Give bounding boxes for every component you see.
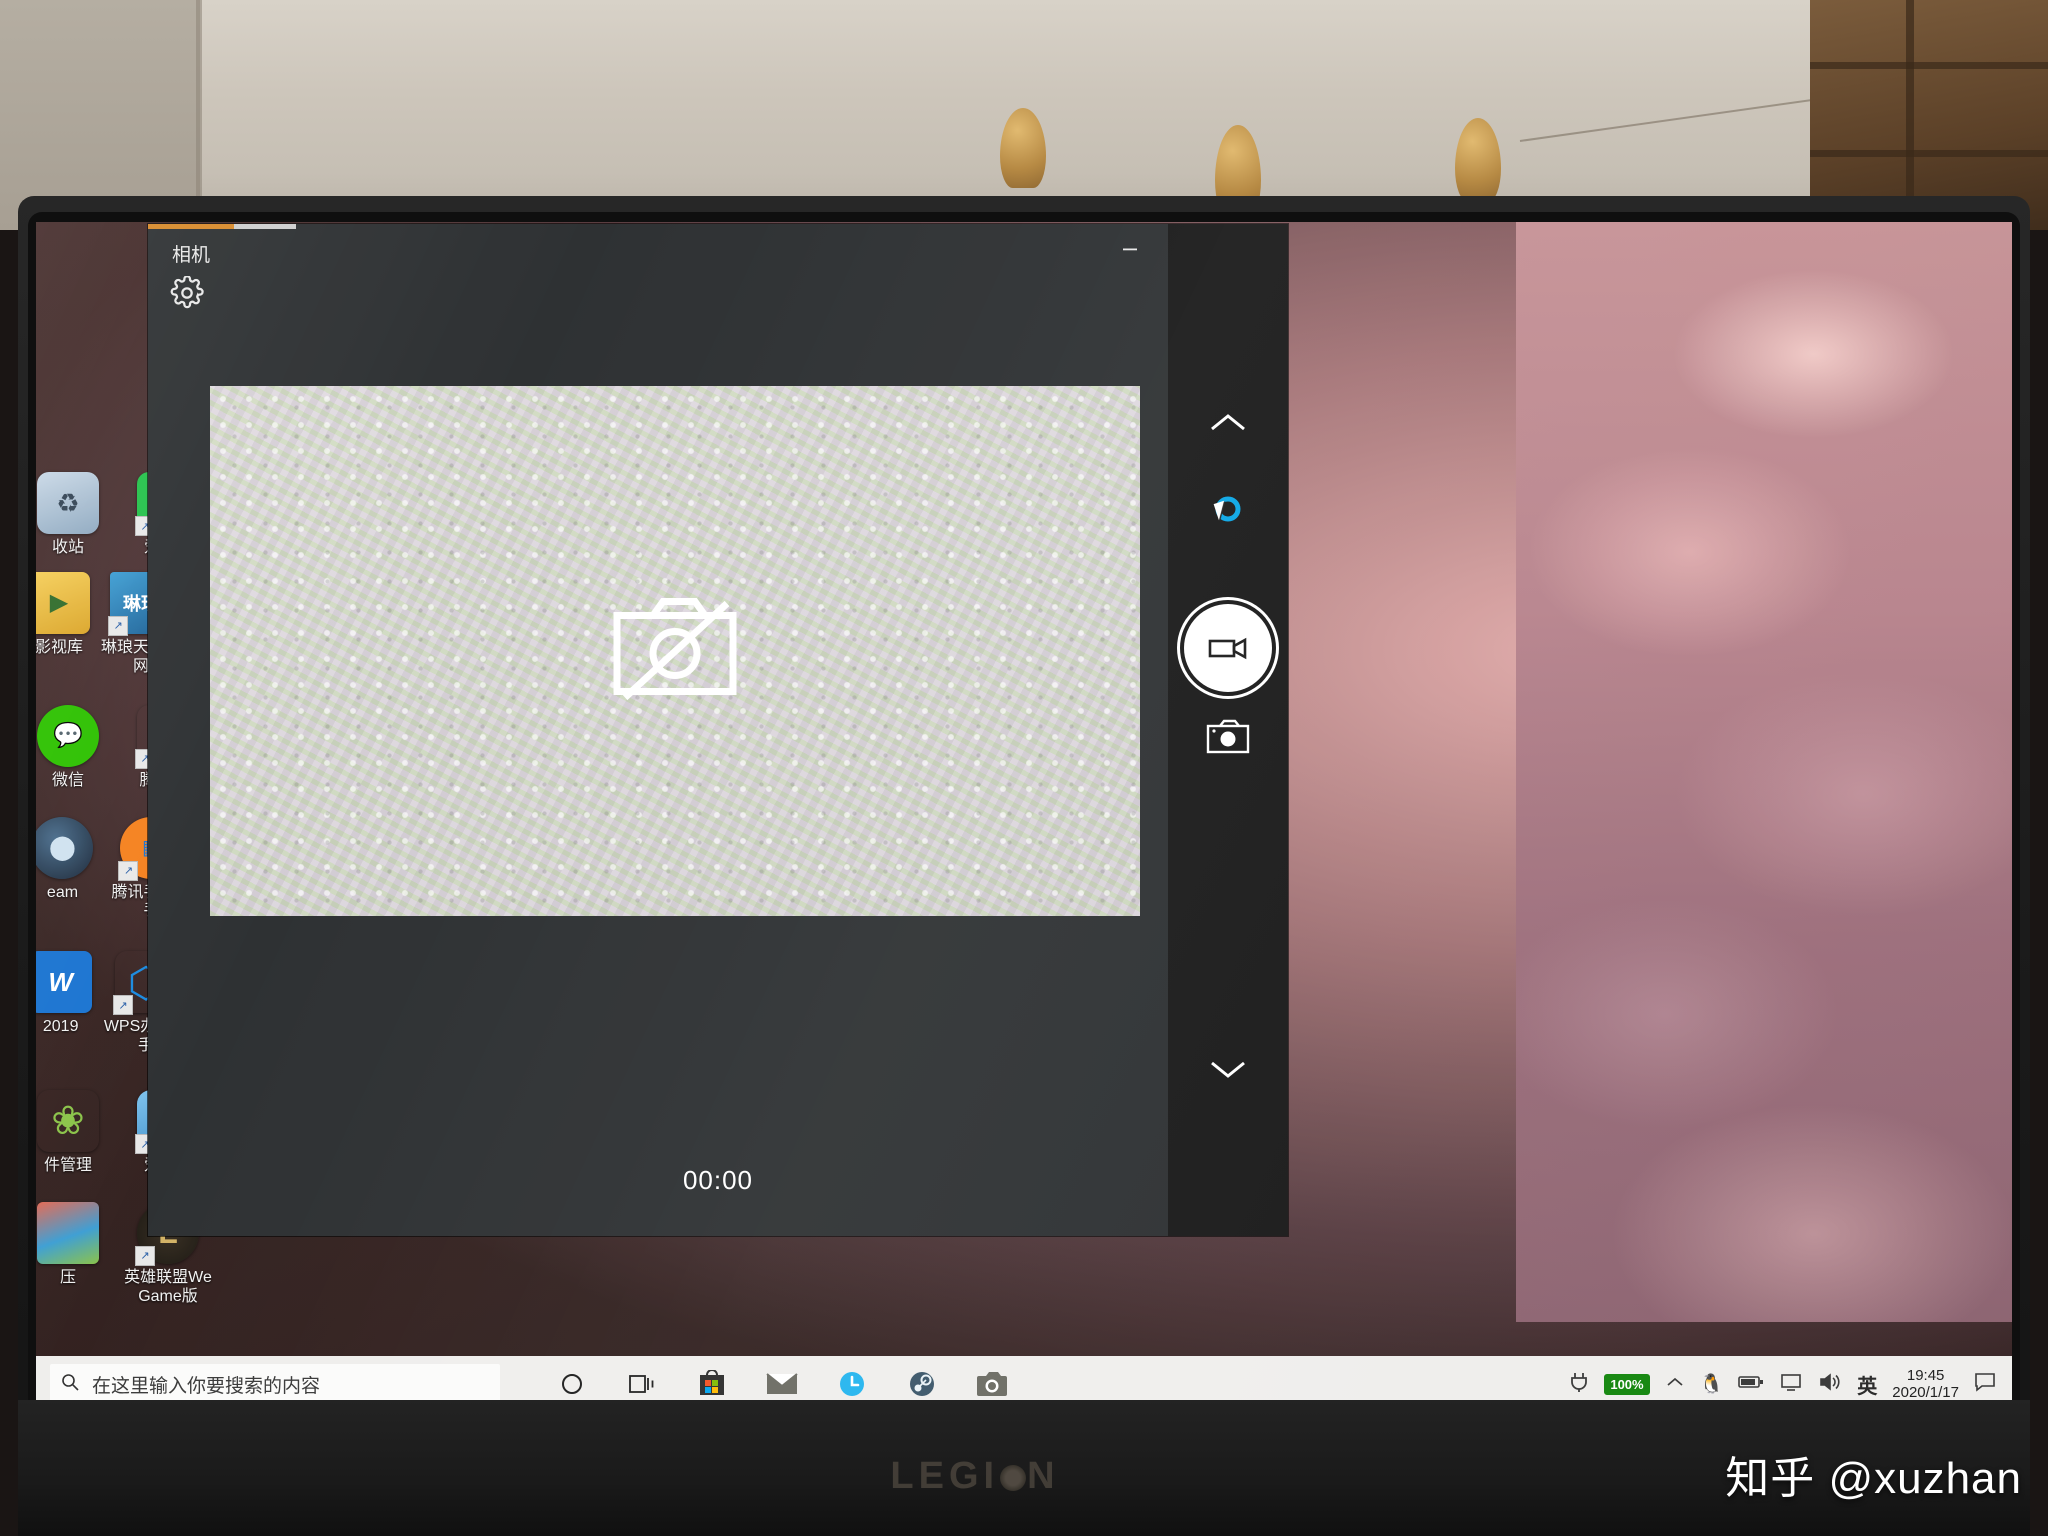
photo-capture-button[interactable] xyxy=(1205,714,1251,760)
title-accent-bar xyxy=(148,224,234,229)
clock: 19:45 2020/1/17 xyxy=(1892,1367,1959,1402)
minimize-button[interactable] xyxy=(1102,228,1158,270)
power-plug-icon[interactable] xyxy=(1569,1371,1589,1398)
battery-percent: 100% xyxy=(1604,1373,1650,1395)
icon-label: 件管理 xyxy=(43,1157,92,1174)
legion-eye-icon xyxy=(1000,1465,1027,1491)
desktop-icon-recycle-bin[interactable]: ♻ 收站 xyxy=(36,472,118,558)
battery-icon[interactable] xyxy=(1738,1374,1764,1395)
cpu-percent-value: 51% xyxy=(1740,1409,1778,1413)
camera-icon[interactable] xyxy=(971,1366,1013,1412)
cortana-icon[interactable] xyxy=(554,1366,590,1402)
legion-text-left: LEGI xyxy=(890,1455,1000,1497)
icon-label: eam xyxy=(46,883,79,901)
shortcut-arrow-icon: ↗ xyxy=(108,615,129,636)
action-center-icon[interactable] xyxy=(1974,1372,1996,1397)
clock-time[interactable]: 19:45 xyxy=(1892,1367,1959,1384)
system-tray: 100% 🐧 英 19:45 2020/1/17 xyxy=(1569,1367,2012,1402)
icon-label: 收站 xyxy=(51,539,84,556)
desktop-icon-wechat[interactable]: 💬 微信 xyxy=(36,704,118,791)
file-manager-icon: ❀ xyxy=(37,1090,99,1152)
icon-label: 影视库 xyxy=(36,638,84,656)
steam-icon[interactable] xyxy=(904,1366,940,1402)
network-display-icon[interactable] xyxy=(1779,1372,1803,1397)
figurine-1 xyxy=(1000,108,1046,188)
shortcut-arrow-icon: ↗ xyxy=(118,860,139,881)
wallpaper-clouds xyxy=(1516,222,2012,1322)
figurine-3 xyxy=(1455,118,1501,202)
microsoft-store-icon[interactable] xyxy=(691,1366,733,1412)
recording-timer: 00:00 xyxy=(682,1165,754,1195)
legion-brand-logo: LEGI N xyxy=(850,1455,1100,1499)
mail-icon[interactable] xyxy=(764,1366,800,1402)
task-view-icon[interactable] xyxy=(624,1366,660,1402)
search-placeholder-text: 在这里输入你要搜索的内容 xyxy=(92,1375,321,1397)
chevron-down-icon[interactable] xyxy=(1205,1052,1251,1086)
legion-text-right: N xyxy=(1027,1455,1060,1497)
search-icon xyxy=(60,1372,80,1397)
wechat-icon: 💬 xyxy=(37,704,99,767)
icon-label: 英雄联盟WeGame版 xyxy=(124,1268,212,1305)
desktop-icon-video-library[interactable]: ▶ 影视库 xyxy=(36,571,100,677)
icon-label: 2019 xyxy=(42,1018,79,1036)
chevron-up-icon[interactable] xyxy=(1665,1374,1685,1395)
camera-control-rail xyxy=(1168,224,1288,1236)
title-accent-bar-2 xyxy=(234,224,296,229)
chevron-up-icon[interactable] xyxy=(1205,406,1251,440)
search-input[interactable]: 在这里输入你要搜索的内容 xyxy=(50,1364,500,1404)
clock-date[interactable]: 2020/1/17 xyxy=(1892,1384,1959,1401)
office-2019-icon: W xyxy=(36,951,92,1014)
recycle-bin-icon: ♻ xyxy=(37,472,99,534)
cpu-percent-number: 51 xyxy=(1740,1409,1768,1413)
icon-label: 微信 xyxy=(51,771,84,789)
camera-window-title: 相机 xyxy=(172,245,211,266)
shortcut-arrow-icon: ↗ xyxy=(135,1245,155,1266)
desktop-icon-file-manager[interactable]: ❀ 件管理 xyxy=(36,1090,118,1176)
shortcut-arrow-icon: ↗ xyxy=(113,995,134,1016)
hanging-wire xyxy=(1519,94,1847,142)
camera-viewfinder xyxy=(210,386,1140,916)
steam-icon: ⬤ xyxy=(36,816,94,879)
camera-disabled-icon xyxy=(609,594,741,709)
icon-label: 压 xyxy=(59,1268,76,1286)
archiver-icon xyxy=(37,1201,99,1264)
battery-status[interactable]: 100% xyxy=(1604,1373,1650,1395)
video-folder-icon: ▶ xyxy=(36,571,91,634)
qq-tray-icon[interactable]: 🐧 xyxy=(1700,1372,1724,1396)
office-letter: W xyxy=(48,966,73,997)
gear-icon[interactable] xyxy=(170,275,204,310)
taskbar-pinned-icons xyxy=(554,1366,1013,1412)
volume-icon[interactable] xyxy=(1818,1372,1842,1397)
video-record-button[interactable] xyxy=(1184,604,1272,692)
ime-indicator[interactable]: 英 xyxy=(1857,1370,1877,1399)
alarms-clock-icon[interactable] xyxy=(834,1366,870,1402)
laptop-screen: ♻ 收站 iQIYI ↗ 爱奇艺 ▶ 影视库 xyxy=(36,222,2012,1412)
desktop-icon-office2019[interactable]: W 2019 xyxy=(36,951,103,1056)
photograph-of-laptop-screen: ♻ 收站 iQIYI ↗ 爱奇艺 ▶ 影视库 xyxy=(0,0,2048,1536)
zhihu-watermark: 知乎 @xuzhan xyxy=(1725,1454,2022,1503)
desktop-icon-archiver[interactable]: 压 xyxy=(36,1201,118,1307)
desktop-icon-steam[interactable]: ⬤ eam xyxy=(36,816,107,922)
camera-app-window: 相机 00:00 xyxy=(148,224,1288,1236)
